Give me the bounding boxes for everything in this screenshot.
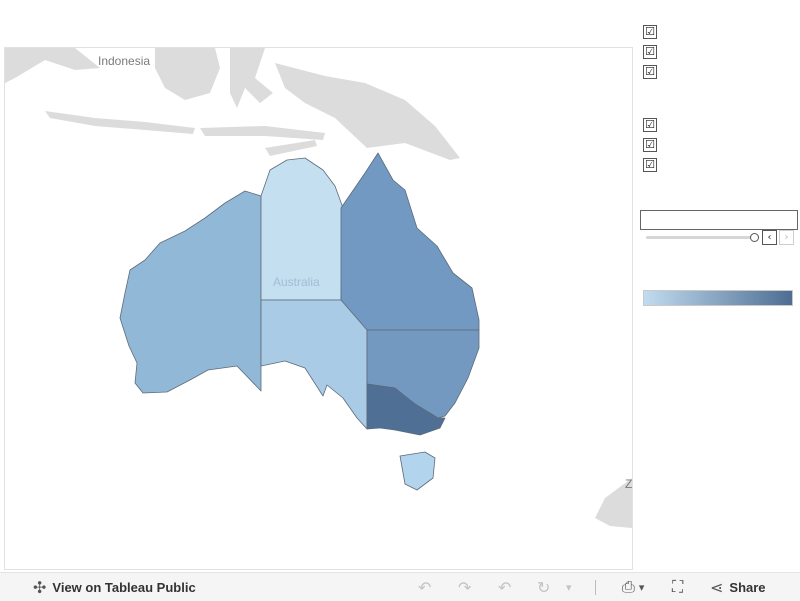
australia-label: Australia: [273, 275, 320, 289]
filter-checkbox-6[interactable]: ☑: [643, 158, 657, 172]
chevron-down-icon: ▾: [638, 580, 645, 594]
refresh-icon: ↻: [537, 577, 551, 597]
filter-checkbox-5[interactable]: ☑: [643, 138, 657, 152]
map-view[interactable]: Indonesia Australia Z: [4, 47, 633, 570]
chevron-down-icon: ▾: [566, 580, 572, 594]
refresh-menu-button[interactable]: ▾: [566, 573, 572, 601]
borneo-land: [155, 48, 220, 100]
previous-button[interactable]: ‹: [762, 230, 777, 245]
cutoff-map-label: Z: [625, 477, 633, 491]
search-input[interactable]: [640, 210, 798, 230]
filter-checkbox-3[interactable]: ☑: [643, 65, 657, 79]
filter-checkbox-1[interactable]: ☑: [643, 25, 657, 39]
south-australia-region[interactable]: [260, 299, 368, 430]
view-on-tableau-public-link[interactable]: ✣ View on Tableau Public: [33, 573, 196, 601]
slider-track[interactable]: [646, 236, 754, 239]
western-australia-region[interactable]: [119, 190, 262, 394]
slider-handle[interactable]: [750, 233, 759, 242]
islands-land: [200, 126, 325, 140]
redo-icon: ↷: [458, 577, 472, 597]
undo-button[interactable]: ↶: [418, 573, 431, 601]
color-legend-ramp: [643, 290, 793, 306]
sulawesi-land: [230, 48, 273, 108]
revert-icon: ↶: [498, 577, 512, 597]
filter-checkbox-2[interactable]: ☑: [643, 45, 657, 59]
timor-land: [265, 140, 317, 156]
share-icon: ⋖: [710, 577, 724, 597]
sumatra-land: [5, 48, 100, 83]
java-land: [45, 111, 195, 134]
toolbar: ✣ View on Tableau Public ↶ ↷ ↶ ↻ ▾ ⎙ ▾ ⛶…: [0, 572, 800, 601]
refresh-button[interactable]: ↻: [537, 573, 550, 601]
view-on-tableau-public-label: View on Tableau Public: [52, 579, 196, 595]
download-icon: ⎙: [622, 577, 635, 596]
tasmania-region[interactable]: [399, 451, 436, 491]
fullscreen-icon: ⛶: [672, 577, 684, 596]
map-svg[interactable]: [5, 48, 632, 569]
fullscreen-button[interactable]: ⛶: [672, 573, 683, 601]
queensland-region[interactable]: [340, 152, 480, 331]
toolbar-divider: [595, 580, 596, 595]
download-button[interactable]: ⎙ ▾: [622, 573, 644, 601]
revert-button[interactable]: ↶: [498, 573, 511, 601]
filter-checkbox-4[interactable]: ☑: [643, 118, 657, 132]
share-button[interactable]: ⋖ Share: [710, 573, 766, 601]
indonesia-label: Indonesia: [98, 54, 151, 68]
tableau-icon: ✣: [33, 577, 47, 597]
share-label: Share: [729, 579, 766, 595]
next-button[interactable]: ›: [779, 230, 794, 245]
undo-icon: ↶: [418, 577, 432, 597]
redo-button[interactable]: ↷: [458, 573, 471, 601]
